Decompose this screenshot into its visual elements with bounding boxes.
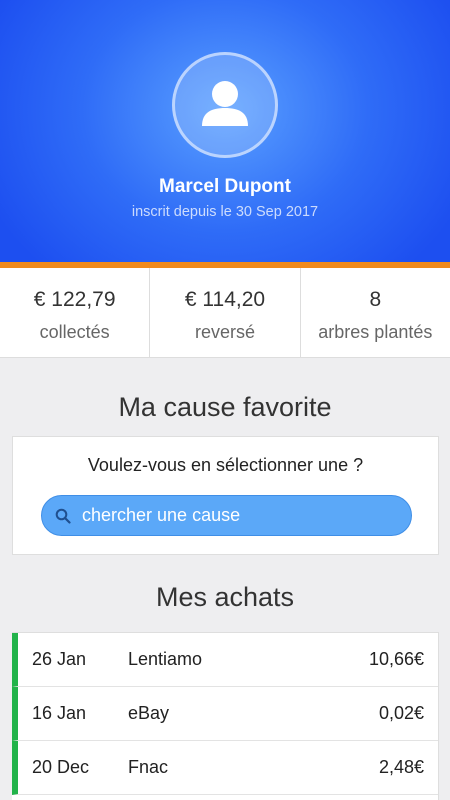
purchase-date: 20 Dec	[32, 757, 90, 777]
avatar[interactable]	[172, 52, 278, 158]
stat-value: € 114,20	[184, 288, 266, 311]
purchases-title: Mes achats	[155, 582, 295, 612]
cause-search[interactable]	[41, 495, 412, 536]
stat-trees: 8 arbres plantés	[301, 268, 450, 357]
purchase-amount: 0,02€	[378, 703, 424, 723]
purchase-merchant: Fnac	[128, 757, 169, 777]
cause-card: Voulez-vous en sélectionner une ?	[12, 436, 439, 555]
cause-question: Voulez-vous en sélectionner une ?	[87, 455, 364, 475]
purchase-row[interactable]: 16 Jan eBay 0,02€	[12, 687, 438, 741]
purchase-merchant: Lentiamo	[128, 649, 203, 669]
member-since: inscrit depuis le 30 Sep 2017	[131, 204, 319, 220]
stat-label: collectés	[39, 322, 110, 342]
stat-label: reversé	[194, 322, 255, 342]
profile-header: Marcel Dupont inscrit depuis le 30 Sep 2…	[0, 0, 450, 262]
user-icon	[194, 72, 256, 139]
stat-label: arbres plantés	[318, 322, 433, 342]
stat-donated: € 114,20 reversé	[150, 268, 301, 357]
stat-value: 8	[369, 288, 382, 311]
purchase-row[interactable]: 26 Jan Lentiamo 10,66€	[12, 633, 438, 687]
purchase-amount: 2,48€	[378, 757, 424, 777]
stat-value: € 122,79	[33, 288, 116, 311]
search-icon	[54, 507, 72, 525]
purchase-row[interactable]: 20 Dec Fnac 2,48€	[12, 741, 438, 795]
purchases-list: 26 Jan Lentiamo 10,66€ 16 Jan eBay 0,02€…	[12, 632, 439, 800]
purchase-merchant: eBay	[128, 703, 170, 723]
purchase-date: 26 Jan	[32, 649, 87, 669]
search-input[interactable]	[82, 505, 382, 526]
purchase-date: 16 Jan	[32, 703, 87, 723]
stat-collected: € 122,79 collectés	[0, 268, 151, 357]
stats-bar: € 122,79 collectés € 114,20 reversé 8 ar…	[0, 268, 450, 358]
user-name: Marcel Dupont	[159, 176, 291, 197]
purchase-amount: 10,66€	[368, 649, 424, 669]
favorite-cause-title: Ma cause favorite	[118, 392, 332, 422]
